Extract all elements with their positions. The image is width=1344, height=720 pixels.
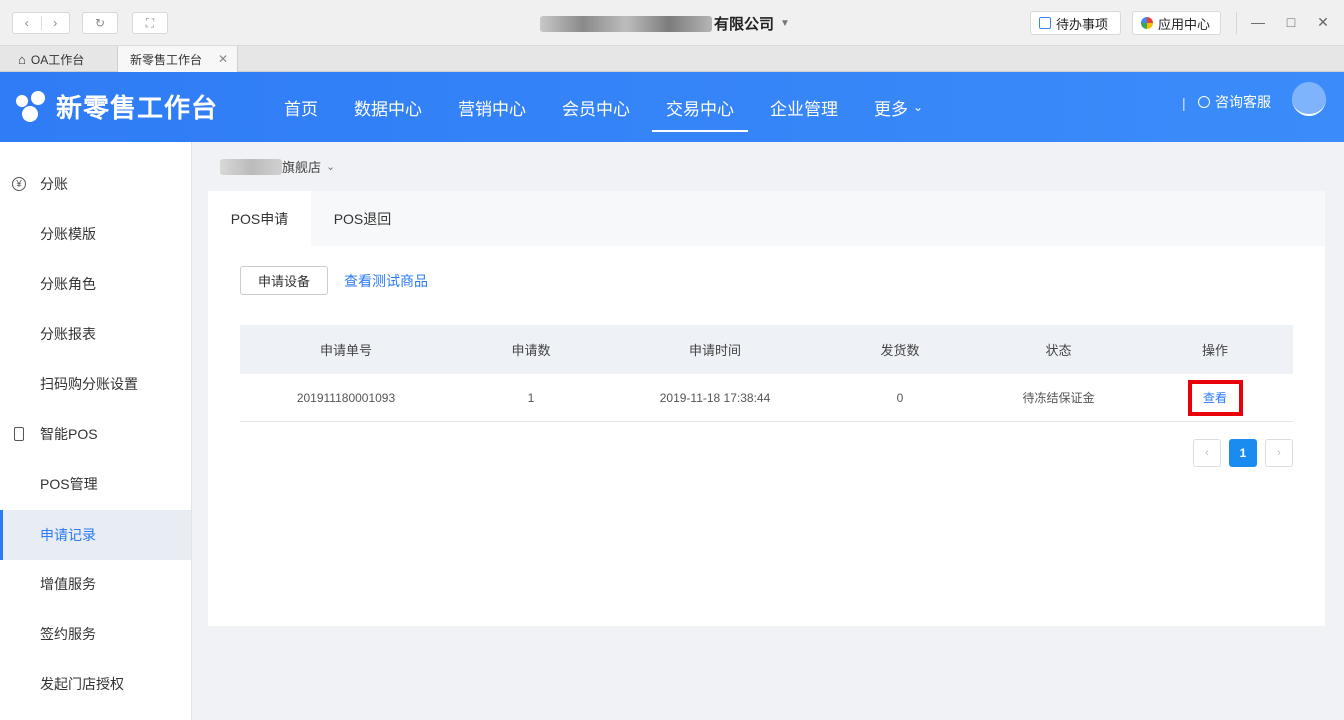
tab-oa[interactable]: ⌂ OA工作台 [0,46,118,72]
back-icon[interactable]: ‹ [13,16,42,30]
company-suffix: 有限公司 [714,16,775,33]
window-titlebar: ‹ › ↻ ⛶ 有限公司 ▼ 待办事项 应用中心 — □ ✕ [0,0,1344,46]
app-title: 新零售工作台 [56,93,219,123]
sidebar-item-label: 智能POS [40,426,98,442]
redacted-store-name [220,158,282,175]
support-icon [1198,96,1210,108]
table-row: 201911180001093 1 2019-11-18 17:38:44 0 … [240,374,1293,422]
todo-label: 待办事项 [1056,16,1109,32]
nav-more-label: 更多 [874,99,908,119]
company-selector[interactable]: 有限公司 ▼ [540,13,790,34]
consult-button[interactable]: 咨询客服 [1198,92,1271,112]
yen-icon: ¥ [12,177,26,191]
column-header: 操作 [1201,343,1228,358]
todo-icon [1039,17,1051,29]
column-header: 状态 [1045,343,1072,358]
column-header: 申请数 [511,343,551,358]
app-center-label: 应用中心 [1158,16,1211,32]
minimize-icon[interactable]: — [1250,14,1266,30]
apply-records-table: 申请单号 申请数 申请时间 发货数 状态 操作 201911180001093 … [240,325,1293,422]
home-icon: ⌂ [18,51,26,67]
nav-data-center[interactable]: 数据中心 [340,72,436,142]
sidebar: ¥ 分账 分账模版 分账角色 分账报表 扫码购分账设置 智能POS POS管理 … [0,142,192,720]
logo[interactable]: 新零售工作台 [16,88,218,125]
fullscreen-icon[interactable]: ⛶ [132,12,168,34]
app-center-icon [1141,17,1153,29]
panel-tabs: POS申请 POS退回 [208,191,1325,246]
consult-label: 咨询客服 [1215,94,1271,110]
status-cell: 待冻结保证金 [1022,391,1095,405]
table-header: 申请单号 申请数 申请时间 发货数 状态 操作 [240,325,1293,374]
nav-enterprise[interactable]: 企业管理 [756,72,852,142]
main-panel: POS申请 POS退回 申请设备 查看测试商品 申请单号 申请数 申请时间 发货… [208,191,1325,626]
sidebar-item-pos-management[interactable]: POS管理 [0,459,191,509]
tab-close-icon[interactable]: ✕ [218,52,228,66]
page-1-button[interactable]: 1 [1229,439,1257,467]
next-page-button[interactable]: › [1265,439,1293,467]
view-button[interactable]: 查看 [1187,379,1243,416]
browser-tab-strip: ⌂ OA工作台 新零售工作台 ✕ [0,46,1344,72]
sidebar-item-split-template[interactable]: 分账模版 [0,209,191,259]
column-header: 发货数 [880,343,920,358]
main-nav: 首页 数据中心 营销中心 会员中心 交易中心 企业管理 更多 ⌄ [270,72,945,142]
store-selector[interactable]: 旗舰店 ⌄ [220,157,335,176]
sidebar-group-smart-pos[interactable]: 智能POS [0,409,191,459]
column-header: 申请单号 [319,343,372,358]
tab-label: 新零售工作台 [130,52,203,67]
sidebar-item-store-auth[interactable]: 发起门店授权 [0,659,191,709]
nav-more[interactable]: 更多 ⌄ [860,72,937,142]
sidebar-item-label: 分账 [40,176,68,192]
nav-member[interactable]: 会员中心 [548,72,644,142]
chevron-down-icon: ⌄ [913,100,924,114]
apply-device-button[interactable]: 申请设备 [240,266,328,295]
pos-icon [14,427,24,441]
back-forward-buttons[interactable]: ‹ › [12,12,70,34]
tab-pos-return[interactable]: POS退回 [311,191,414,246]
todo-button[interactable]: 待办事项 [1030,11,1121,35]
nav-trade[interactable]: 交易中心 [652,72,748,142]
column-header: 申请时间 [688,343,741,358]
logo-icon [16,90,48,123]
prev-page-button[interactable]: ‹ [1193,439,1221,467]
sidebar-group-split[interactable]: ¥ 分账 [0,159,191,209]
order-number-cell: 201911180001093 [296,390,396,405]
chevron-down-icon: ⌄ [326,161,336,173]
apply-count-cell: 1 [527,390,535,405]
chevron-down-icon: ▼ [780,18,790,29]
sidebar-item-scan-split-settings[interactable]: 扫码购分账设置 [0,359,191,409]
sidebar-item-value-added[interactable]: 增值服务 [0,559,191,609]
tab-label: OA工作台 [30,52,85,67]
nav-home[interactable]: 首页 [270,72,332,142]
redacted-company-name [540,15,712,32]
tab-pos-apply[interactable]: POS申请 [208,191,311,246]
view-test-products-link[interactable]: 查看测试商品 [344,271,428,291]
action-cell: 查看 [1137,374,1293,421]
shipped-count-cell: 0 [896,390,904,405]
maximize-icon[interactable]: □ [1283,14,1299,30]
app-header: 新零售工作台 首页 数据中心 营销中心 会员中心 交易中心 企业管理 更多 ⌄ … [0,72,1344,142]
tab-retail[interactable]: 新零售工作台 ✕ [118,46,238,72]
store-name: 旗舰店 [282,160,322,175]
close-icon[interactable]: ✕ [1315,14,1331,31]
apply-time-cell: 2019-11-18 17:38:44 [659,390,771,405]
divider [1236,12,1237,34]
forward-icon[interactable]: › [42,16,70,30]
app-center-button[interactable]: 应用中心 [1132,11,1221,35]
header-divider: | [1182,95,1186,111]
avatar[interactable] [1292,82,1326,116]
sidebar-item-contract[interactable]: 签约服务 [0,609,191,659]
sidebar-item-apply-records[interactable]: 申请记录 [0,510,191,560]
sidebar-item-split-role[interactable]: 分账角色 [0,259,191,309]
nav-marketing[interactable]: 营销中心 [444,72,540,142]
reload-icon[interactable]: ↻ [82,12,118,34]
sidebar-item-split-report[interactable]: 分账报表 [0,309,191,359]
